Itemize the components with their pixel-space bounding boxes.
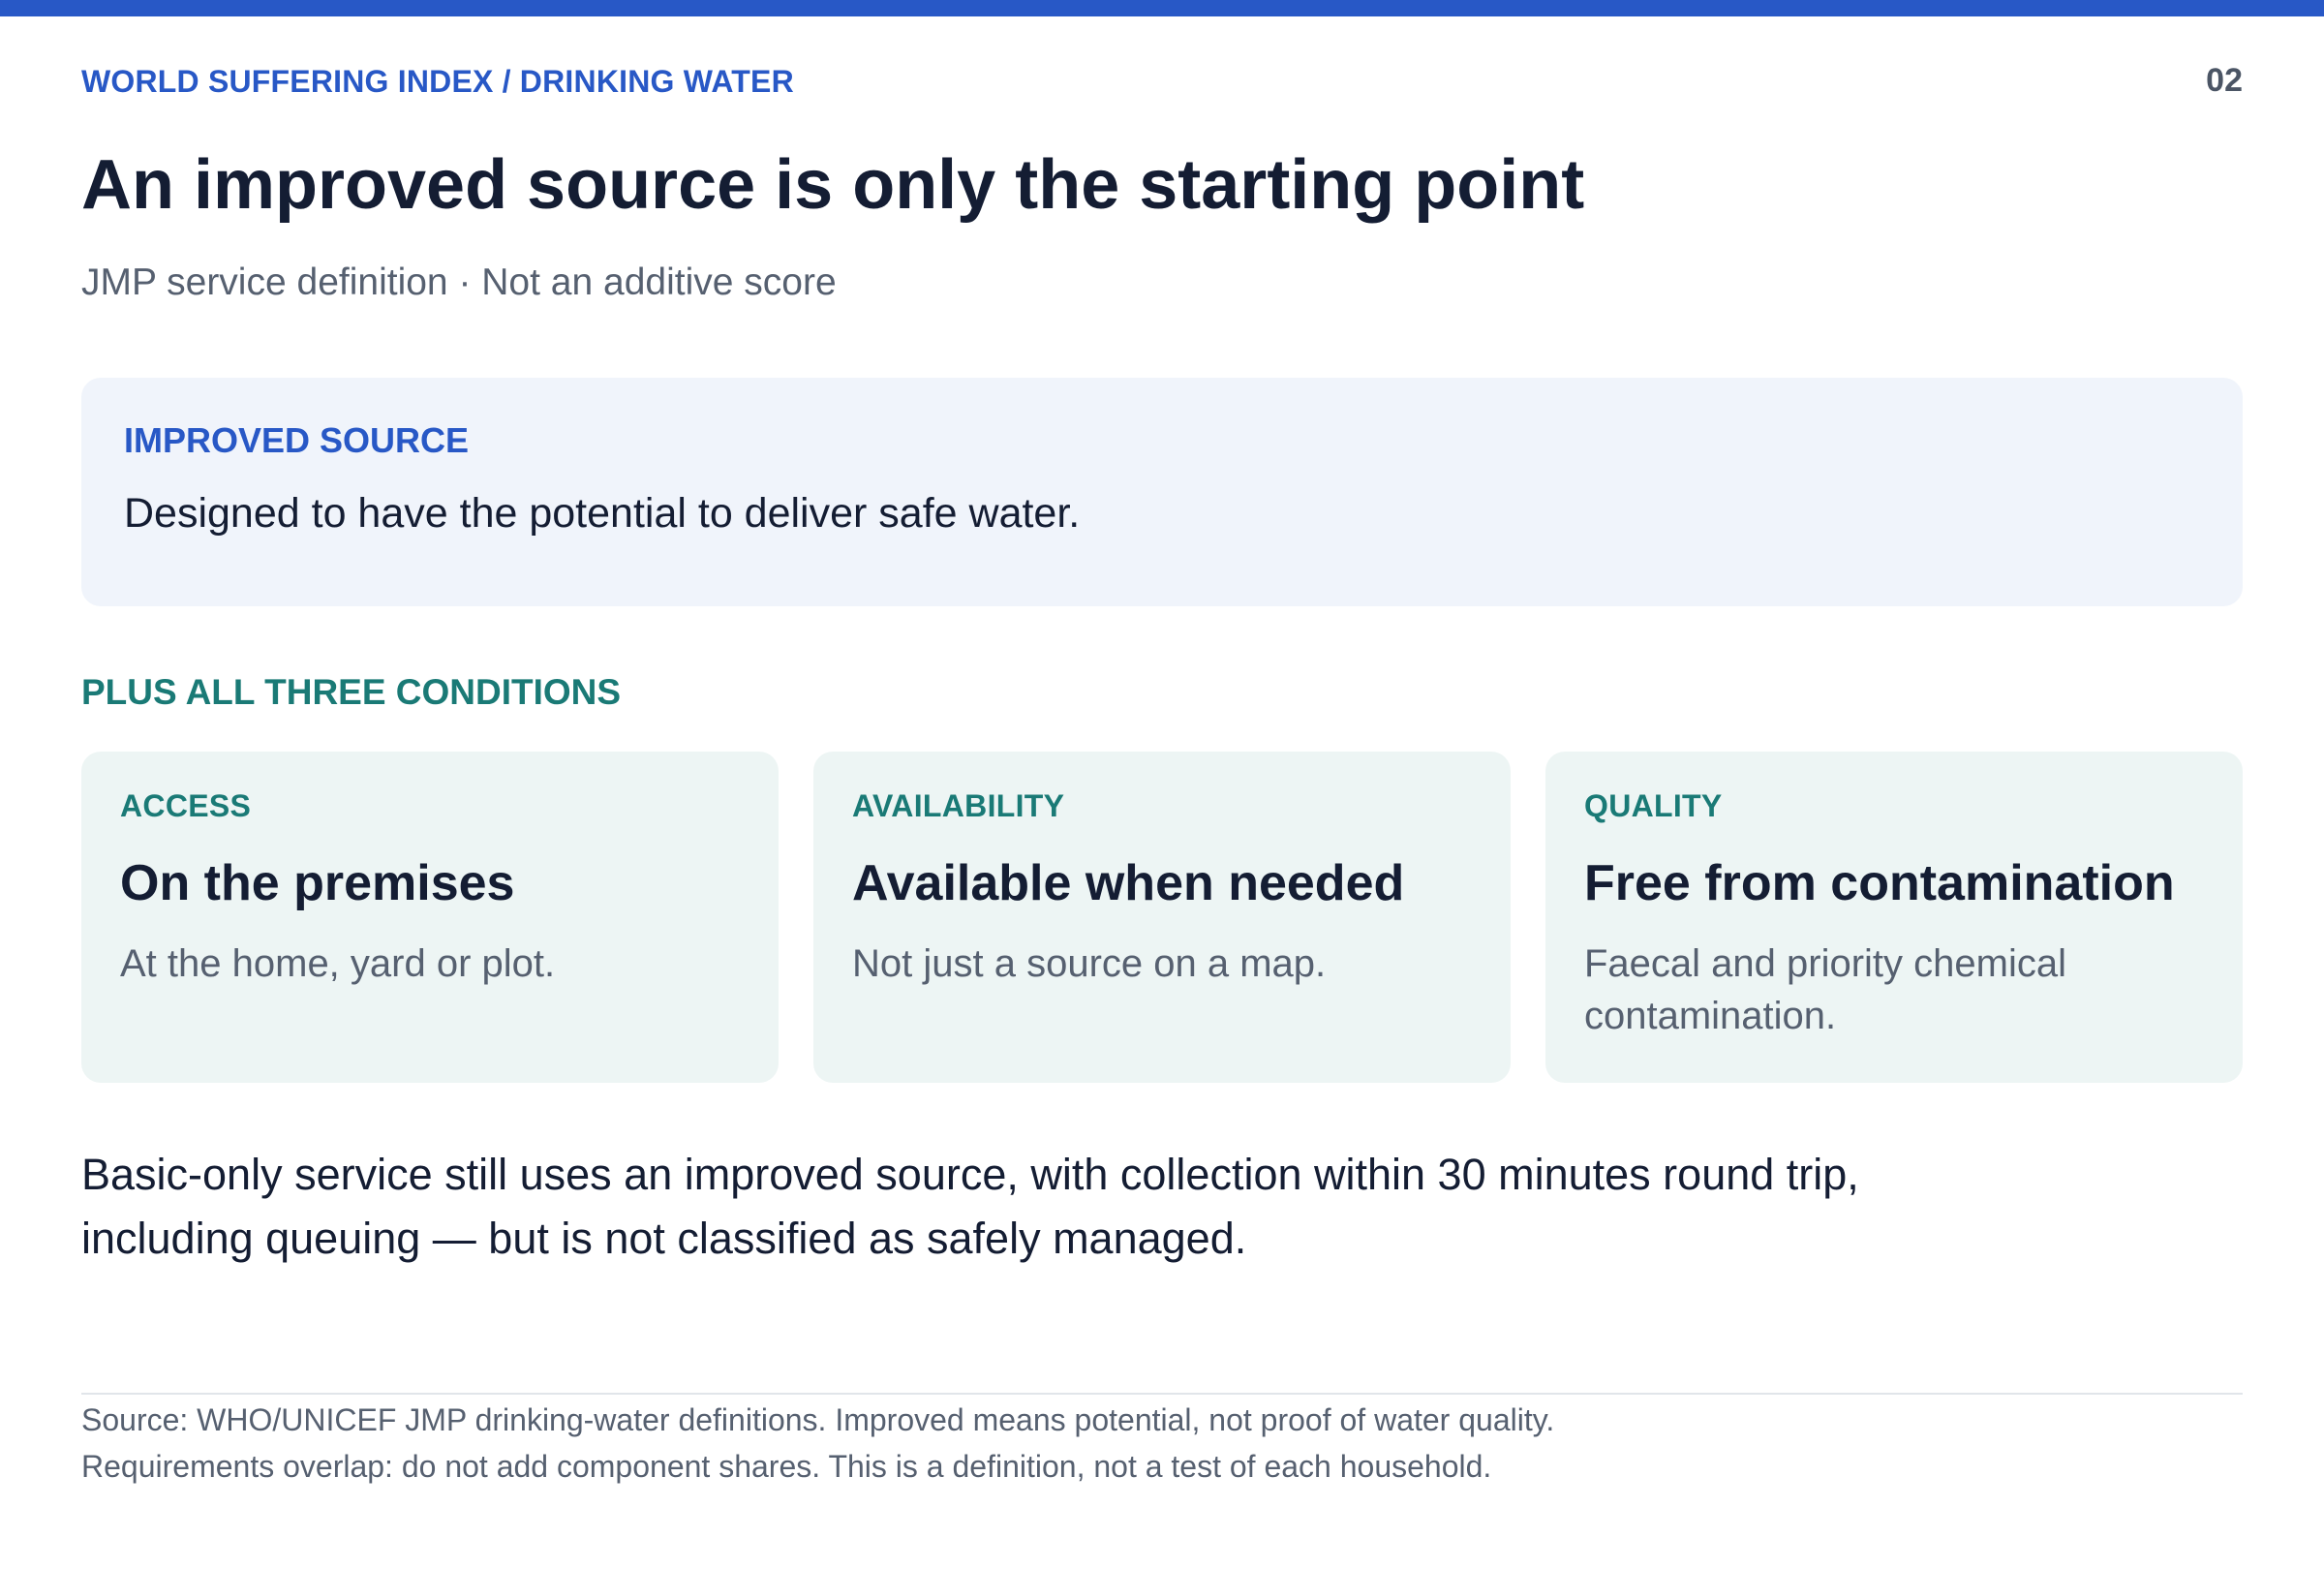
improved-source-text: Designed to have the potential to delive…: [124, 490, 1081, 537]
source-footnote: Source: WHO/UNICEF JMP drinking-water de…: [81, 1397, 1554, 1490]
condition-card-availability: AVAILABILITY Available when needed Not j…: [813, 752, 1511, 1083]
condition-title: Available when needed: [852, 855, 1405, 911]
condition-label: AVAILABILITY: [852, 788, 1065, 823]
improved-source-label: IMPROVED SOURCE: [124, 420, 470, 460]
section-kicker: WORLD SUFFERING INDEX / DRINKING WATER: [81, 64, 794, 99]
condition-card-quality: QUALITY Free from contamination Faecal a…: [1545, 752, 2243, 1083]
improved-source-card: IMPROVED SOURCE Designed to have the pot…: [81, 378, 2243, 606]
condition-card-access: ACCESS On the premises At the home, yard…: [81, 752, 779, 1083]
condition-label: ACCESS: [120, 788, 252, 823]
condition-description: At the home, yard or plot.: [120, 942, 556, 985]
source-line-2: Requirements overlap: do not add compone…: [81, 1449, 1492, 1484]
source-line-1: Source: WHO/UNICEF JMP drinking-water de…: [81, 1402, 1555, 1437]
condition-title: Free from contamination: [1584, 855, 2175, 911]
condition-label: QUALITY: [1584, 788, 1723, 823]
conditions-row: ACCESS On the premises At the home, yard…: [81, 752, 2243, 1083]
conditions-heading: PLUS ALL THREE CONDITIONS: [81, 672, 622, 712]
page-title: An improved source is only the starting …: [81, 146, 1585, 224]
page-subtitle: JMP service definition · Not an additive…: [81, 262, 837, 303]
footer-divider: [81, 1393, 2243, 1395]
page-number: 02: [2206, 62, 2243, 99]
condition-description: Not just a source on a map.: [852, 942, 1327, 985]
basic-service-note: Basic-only service still uses an improve…: [81, 1150, 1859, 1263]
condition-description: Faecal and priority chemical contaminati…: [1584, 942, 2066, 1037]
condition-title: On the premises: [120, 855, 515, 911]
top-accent-bar: [0, 0, 2324, 16]
